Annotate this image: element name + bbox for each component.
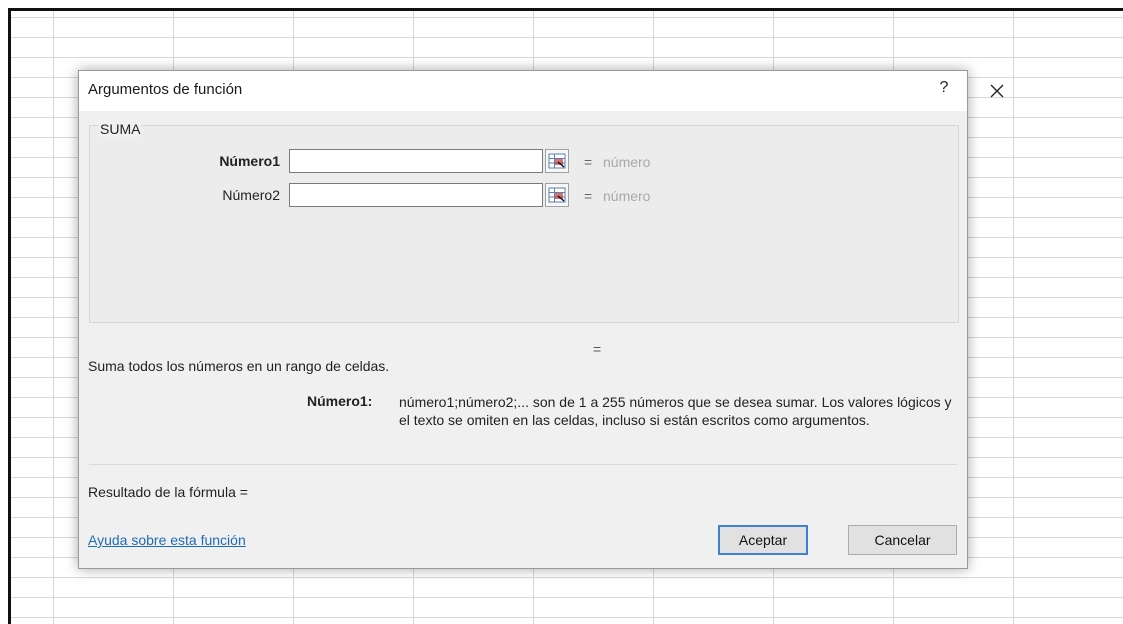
arg1-range-button[interactable] [545,149,569,173]
close-button[interactable] [981,77,1013,105]
help-button[interactable]: ? [931,79,957,103]
arg2-label: Número2 [222,187,280,203]
argument-help-label: Número1: [307,393,373,409]
function-description: Suma todos los números en un rango de ce… [88,358,390,374]
dialog-titlebar: Argumentos de función ? [79,71,1004,111]
close-icon [990,84,1004,98]
range-select-icon [548,187,566,203]
function-result-equals: = [593,341,602,357]
argument-help-text: número1;número2;... son de 1 a 255 númer… [399,394,952,428]
arg2-range-button[interactable] [545,183,569,207]
function-arguments-dialog: Argumentos de función ? SUMA Número1 = n… [78,70,1004,569]
arg1-input[interactable] [289,149,543,173]
ok-button[interactable]: Aceptar [718,525,808,555]
arg1-equals: = [584,154,593,170]
formula-result: Resultado de la fórmula = [88,484,248,500]
divider [89,464,957,465]
arg2-equals: = [584,188,593,204]
function-name: SUMA [99,121,142,137]
range-select-icon [548,153,566,169]
arg2-result-hint: número [603,188,651,204]
arg1-result-hint: número [603,154,651,170]
arg2-input[interactable] [289,183,543,207]
arg1-label: Número1 [219,153,280,169]
dialog-title: Argumentos de función [88,81,243,98]
help-link[interactable]: Ayuda sobre esta función [88,532,246,548]
cancel-button[interactable]: Cancelar [848,525,957,555]
